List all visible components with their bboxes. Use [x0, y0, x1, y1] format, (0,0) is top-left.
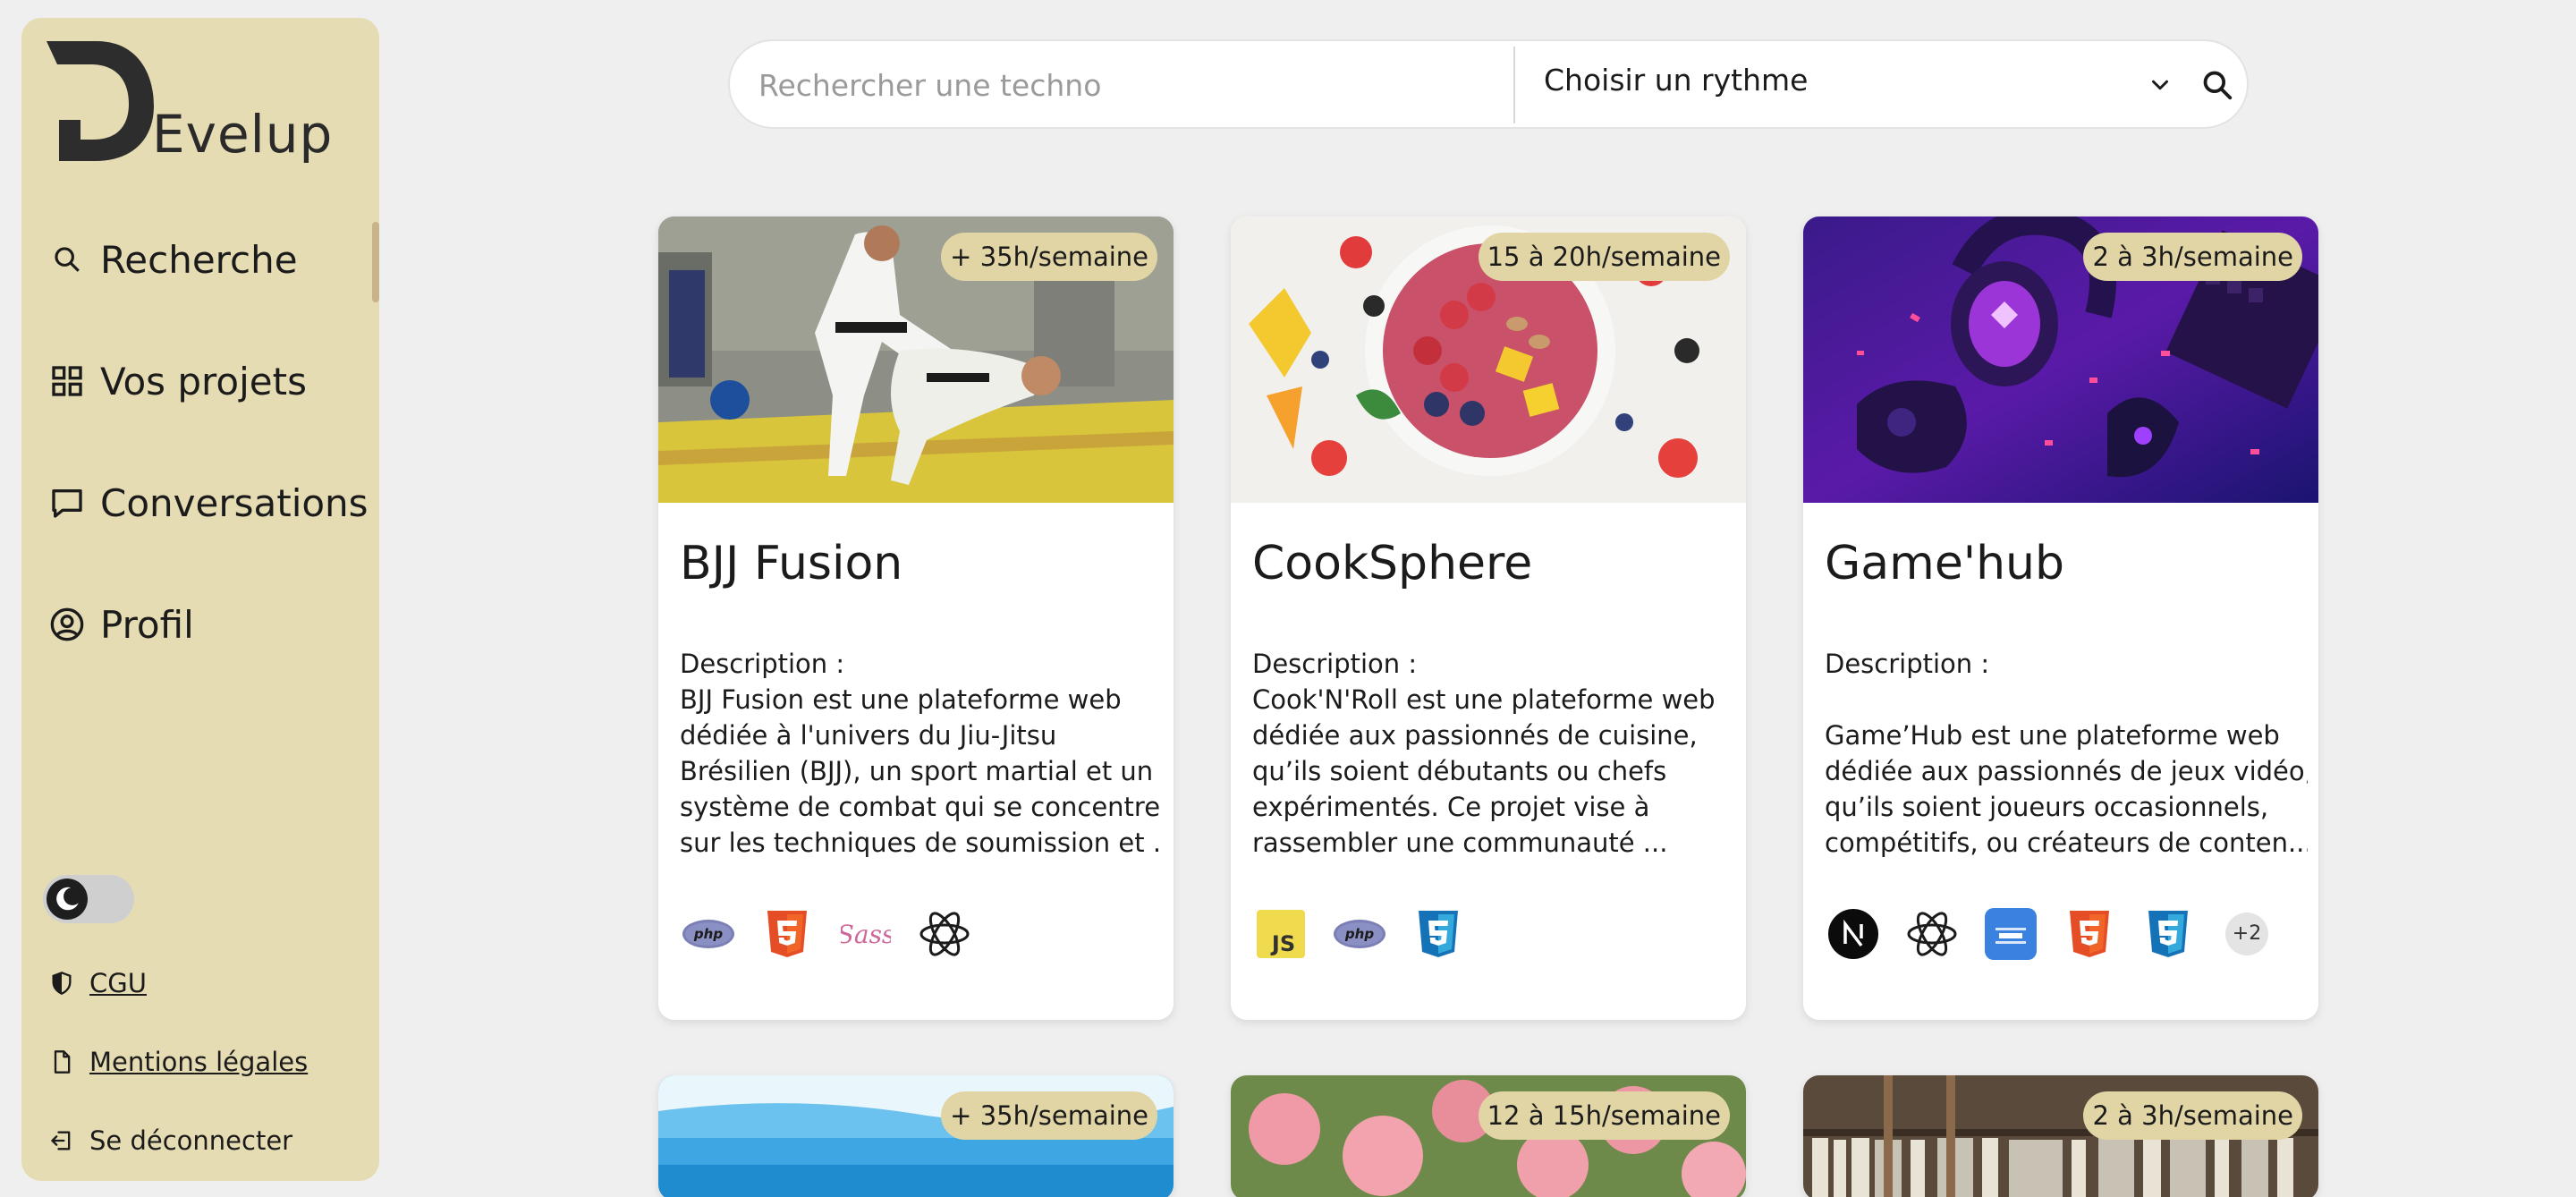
tech-list: php Sass — [680, 905, 995, 963]
logout-label: Se déconnecter — [89, 1125, 293, 1156]
description-line: BJJ Fusion est une plateforme web — [680, 684, 1122, 715]
roses-photo: 12 à 15h/semaine — [1231, 1075, 1746, 1197]
svg-text:JS: JS — [1270, 931, 1295, 956]
project-description: Description : BJJ Fusion est une platefo… — [680, 646, 1163, 861]
description-line: expérimentés. Ce projet vise à — [1252, 792, 1650, 822]
description-line: Description : — [680, 649, 845, 679]
description-line — [1825, 682, 2308, 717]
project-card[interactable]: + 35h/semaine BJJ Fusion Description : B… — [658, 216, 1174, 1020]
logout-icon — [48, 1127, 75, 1154]
sidebar-item-recherche[interactable]: Recherche — [48, 233, 298, 286]
document-icon — [48, 1048, 75, 1075]
mentions-legales-label: Mentions légales — [89, 1047, 309, 1077]
shield-icon — [48, 970, 75, 997]
description-line: qu’ils soient joueurs occasionnels, — [1825, 792, 2269, 822]
project-card[interactable]: 12 à 15h/semaine — [1231, 1075, 1746, 1197]
description-line: système de combat qui se concentre — [680, 792, 1161, 822]
nextjs-icon — [1825, 905, 1882, 963]
moon-icon — [47, 879, 88, 920]
sidebar: Evelup Recherche Vos projets Conversatio… — [21, 18, 379, 1181]
description-line: Description : — [1825, 649, 1990, 679]
user-circle-icon — [48, 606, 86, 643]
description-line: dédiée à l'univers du Jiu-Jitsu — [680, 720, 1057, 751]
html5-icon — [758, 905, 816, 963]
rhythm-select[interactable]: Choisir un rythme — [1544, 63, 1808, 98]
search-divider — [1513, 47, 1515, 123]
grid-icon — [48, 362, 86, 400]
rhythm-badge: 15 à 20h/semaine — [1478, 233, 1730, 281]
svg-text:Sass: Sass — [841, 920, 891, 949]
react-icon — [1903, 905, 1961, 963]
search-icon — [48, 241, 86, 278]
html5-icon — [2061, 905, 2118, 963]
chevron-down-icon[interactable] — [2147, 72, 2174, 98]
logo-text: Evelup — [152, 104, 334, 165]
sidebar-item-profil[interactable]: Profil — [48, 598, 194, 651]
javascript-icon: JS — [1252, 905, 1309, 963]
description-line: dédiée aux passionnés de cuisine, — [1252, 720, 1698, 751]
search-submit-icon[interactable] — [2200, 68, 2234, 102]
description-line: Cook'N'Roll est une plateforme web — [1252, 684, 1716, 715]
description-line: Description : — [1252, 649, 1418, 679]
description-line: qu’ils soient débutants ou chefs — [1252, 756, 1667, 786]
logo-d-mark — [47, 41, 154, 161]
tech-list: JS php — [1252, 905, 1488, 963]
sidebar-item-vos-projets[interactable]: Vos projets — [48, 354, 307, 408]
description-line: Game’Hub est une plateforme web — [1825, 720, 2280, 751]
search-bar: Choisir un rythme — [728, 39, 2249, 129]
css3-icon — [2140, 905, 2197, 963]
tailwind-icon — [1982, 905, 2039, 963]
description-line: Brésilien (BJJ), un sport martial et un — [680, 756, 1154, 786]
theme-toggle[interactable] — [43, 875, 134, 923]
cgu-label: CGU — [89, 968, 147, 998]
project-card[interactable]: 2 à 3h/semaine — [1803, 1075, 2318, 1197]
project-card[interactable]: + 35h/semaine — [658, 1075, 1174, 1197]
sidebar-item-label: Profil — [100, 602, 194, 647]
project-card[interactable]: 15 à 20h/semaine CookSphere Description … — [1231, 216, 1746, 1020]
logout-button[interactable]: Se déconnecter — [48, 1125, 292, 1156]
gaming-gear-photo: 2 à 3h/semaine — [1803, 216, 2318, 503]
rhythm-badge: + 35h/semaine — [941, 233, 1157, 281]
bookshelf-photo: 2 à 3h/semaine — [1803, 1075, 2318, 1197]
sidebar-item-label: Recherche — [100, 237, 298, 282]
svg-text:php: php — [1344, 926, 1374, 942]
css3-icon — [1410, 905, 1467, 963]
rhythm-badge: + 35h/semaine — [941, 1091, 1157, 1140]
php-icon: php — [680, 905, 737, 963]
project-title: CookSphere — [1252, 537, 1533, 590]
search-input[interactable] — [758, 61, 1492, 109]
sidebar-item-label: Vos projets — [100, 359, 307, 403]
php-icon: php — [1331, 905, 1388, 963]
more-techs-count: +2 — [2225, 913, 2268, 955]
project-title: Game'hub — [1825, 537, 2065, 590]
rhythm-badge: 12 à 15h/semaine — [1478, 1091, 1730, 1140]
fruit-bowl-photo: 15 à 20h/semaine — [1231, 216, 1746, 503]
tech-list: +2 — [1825, 905, 2297, 963]
react-icon — [916, 905, 973, 963]
project-card[interactable]: 2 à 3h/semaine Game'hub Description : Ga… — [1803, 216, 2318, 1020]
beach-photo: + 35h/semaine — [658, 1075, 1174, 1197]
description-line: dédiée aux passionnés de jeux vidéo, — [1825, 756, 2308, 786]
description-line: sur les techniques de soumission et ... — [680, 828, 1163, 858]
sidebar-item-label: Conversations — [100, 480, 369, 525]
cgu-link[interactable]: CGU — [48, 968, 147, 998]
judo-throw-photo: + 35h/semaine — [658, 216, 1174, 503]
project-description: Description : Cook'N'Roll est une platef… — [1252, 646, 1735, 861]
app-logo[interactable]: Evelup — [39, 34, 332, 168]
project-description: Description : Game’Hub est une plateform… — [1825, 646, 2308, 861]
sidebar-item-conversations[interactable]: Conversations — [48, 476, 369, 530]
sass-icon: Sass — [837, 905, 894, 963]
rhythm-badge: 2 à 3h/semaine — [2083, 233, 2302, 281]
chat-icon — [48, 484, 86, 522]
project-title: BJJ Fusion — [680, 537, 903, 590]
description-line: compétitifs, ou créateurs de conten... — [1825, 828, 2308, 858]
sidebar-scrollbar[interactable] — [372, 222, 379, 302]
mentions-legales-link[interactable]: Mentions légales — [48, 1047, 308, 1077]
svg-text:php: php — [693, 926, 723, 942]
description-line: rassembler une communauté ... — [1252, 828, 1668, 858]
more-techs-badge[interactable]: +2 — [2218, 905, 2275, 963]
rhythm-badge: 2 à 3h/semaine — [2083, 1091, 2302, 1140]
